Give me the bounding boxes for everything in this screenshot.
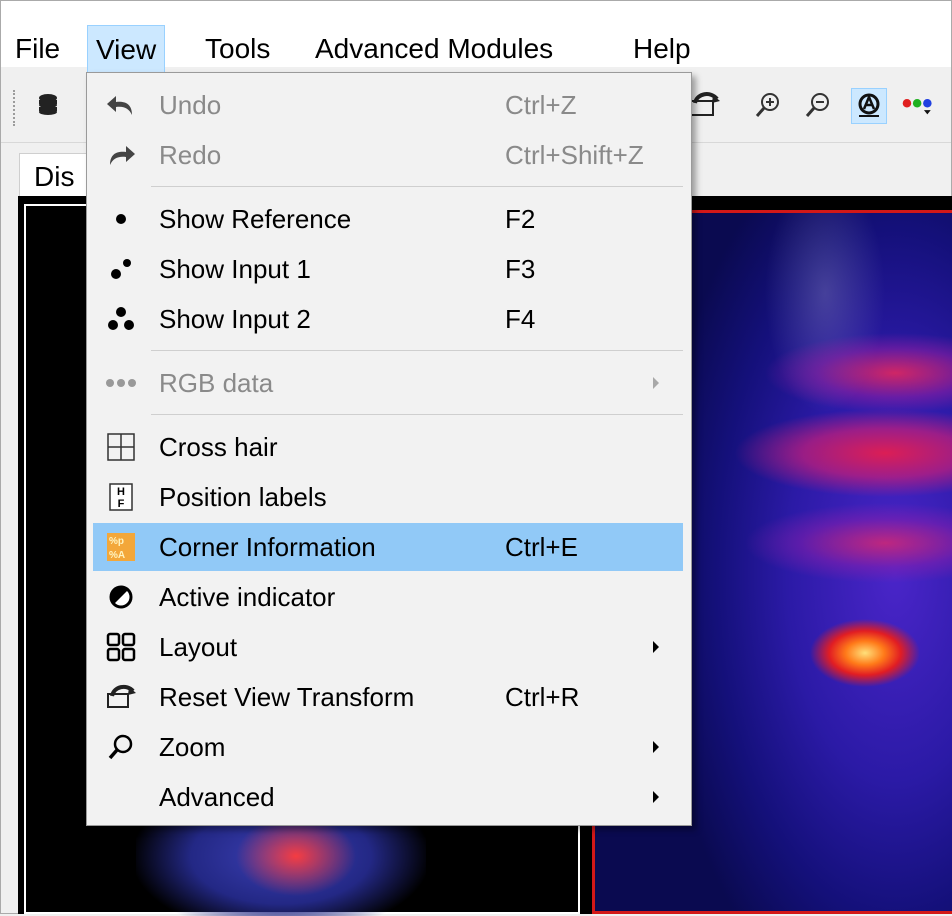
undo-icon xyxy=(103,87,139,123)
submenu-arrow-icon xyxy=(653,641,659,653)
submenu-arrow-icon xyxy=(653,377,659,389)
menu-file[interactable]: File xyxy=(7,25,68,73)
menu-item-rgb-data[interactable]: RGB data xyxy=(93,359,683,407)
menu-item-cross-hair[interactable]: Cross hair xyxy=(93,423,683,471)
menu-item-active-indicator[interactable]: Active indicator xyxy=(93,573,683,621)
zoom-in-icon[interactable] xyxy=(751,88,785,122)
crosshair-icon xyxy=(103,429,139,465)
menu-item-position-labels[interactable]: HF Position labels xyxy=(93,473,683,521)
one-dot-icon xyxy=(103,201,139,237)
menu-advanced-modules[interactable]: Advanced Modules xyxy=(307,25,561,73)
rgb-dots-icon xyxy=(103,365,139,401)
corner-info-icon-top-text: %p xyxy=(109,536,124,547)
rgb-data-icon[interactable] xyxy=(901,88,935,122)
redo-icon xyxy=(103,137,139,173)
tab-display[interactable]: Dis xyxy=(19,153,96,200)
menubar: File View Tools Advanced Modules Help xyxy=(1,1,951,75)
submenu-arrow-icon xyxy=(653,741,659,753)
menu-help[interactable]: Help xyxy=(625,25,699,73)
three-dots-icon xyxy=(103,301,139,337)
menu-item-show-input-2[interactable]: Show Input 2 F4 xyxy=(93,295,683,343)
menu-item-show-reference[interactable]: Show Reference F2 xyxy=(93,195,683,243)
menu-separator xyxy=(151,414,683,415)
two-dots-icon xyxy=(103,251,139,287)
menu-item-redo[interactable]: Redo Ctrl+Shift+Z xyxy=(93,131,683,179)
position-labels-icon-top-letter: H xyxy=(117,486,125,498)
menu-item-layout[interactable]: Layout xyxy=(93,623,683,671)
corner-info-icon: %p %A xyxy=(103,529,139,565)
menu-item-corner-information[interactable]: %p %A Corner Information Ctrl+E xyxy=(93,523,683,571)
menu-item-undo[interactable]: Undo Ctrl+Z xyxy=(93,81,683,129)
zoom-out-icon[interactable] xyxy=(801,88,835,122)
layout-grid-icon xyxy=(103,629,139,665)
menu-item-show-input-1[interactable]: Show Input 1 F3 xyxy=(93,245,683,293)
active-indicator-icon[interactable] xyxy=(851,88,887,124)
view-menu-dropdown: Undo Ctrl+Z Redo Ctrl+Shift+Z Show Refer… xyxy=(86,72,692,826)
reset-view-icon xyxy=(103,679,139,715)
toolbar-grip[interactable] xyxy=(13,90,19,126)
reset-view-icon[interactable] xyxy=(687,88,721,122)
zoom-icon xyxy=(103,729,139,765)
position-labels-icon-bottom-letter: F xyxy=(118,498,125,510)
menu-view[interactable]: View xyxy=(87,25,166,75)
menu-item-advanced[interactable]: Advanced xyxy=(93,773,683,821)
menu-separator xyxy=(151,350,683,351)
database-icon[interactable] xyxy=(31,88,65,122)
menu-item-zoom[interactable]: Zoom xyxy=(93,723,683,771)
menu-separator xyxy=(151,186,683,187)
half-circle-icon xyxy=(103,579,139,615)
submenu-arrow-icon xyxy=(653,791,659,803)
menu-item-reset-view-transform[interactable]: Reset View Transform Ctrl+R xyxy=(93,673,683,721)
corner-info-icon-bottom-text: %A xyxy=(109,550,125,561)
position-labels-icon: HF xyxy=(103,479,139,515)
menu-tools[interactable]: Tools xyxy=(197,25,278,73)
